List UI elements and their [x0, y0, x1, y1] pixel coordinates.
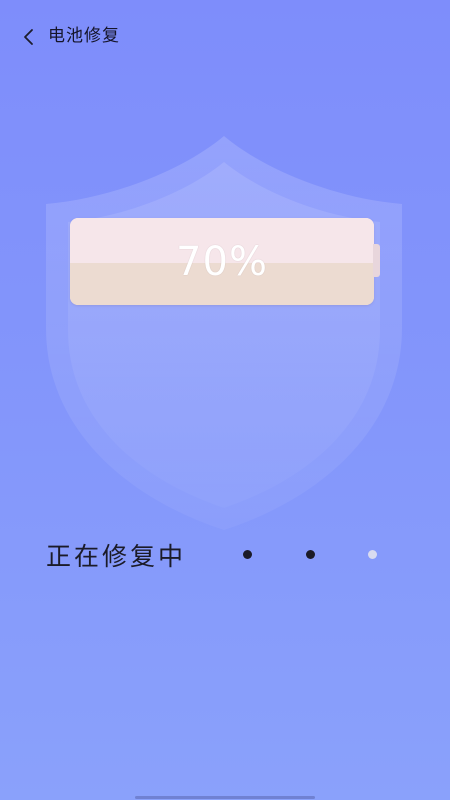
progress-dot-3 — [368, 550, 377, 559]
progress-dot-2 — [306, 550, 315, 559]
battery-terminal — [373, 244, 380, 277]
page-title: 电池修复 — [48, 26, 120, 46]
battery-percent: 70% — [176, 238, 268, 285]
status-text: 正在修复中 — [46, 542, 187, 571]
back-button[interactable] — [14, 22, 44, 52]
shield-icon — [46, 136, 402, 530]
home-indicator — [135, 796, 315, 799]
repair-status: 正在修复中 — [46, 536, 186, 574]
battery-indicator: 70% — [70, 218, 374, 305]
app-header: 电池修复 — [0, 0, 450, 72]
progress-dot-1 — [243, 550, 252, 559]
chevron-left-icon — [24, 29, 33, 45]
